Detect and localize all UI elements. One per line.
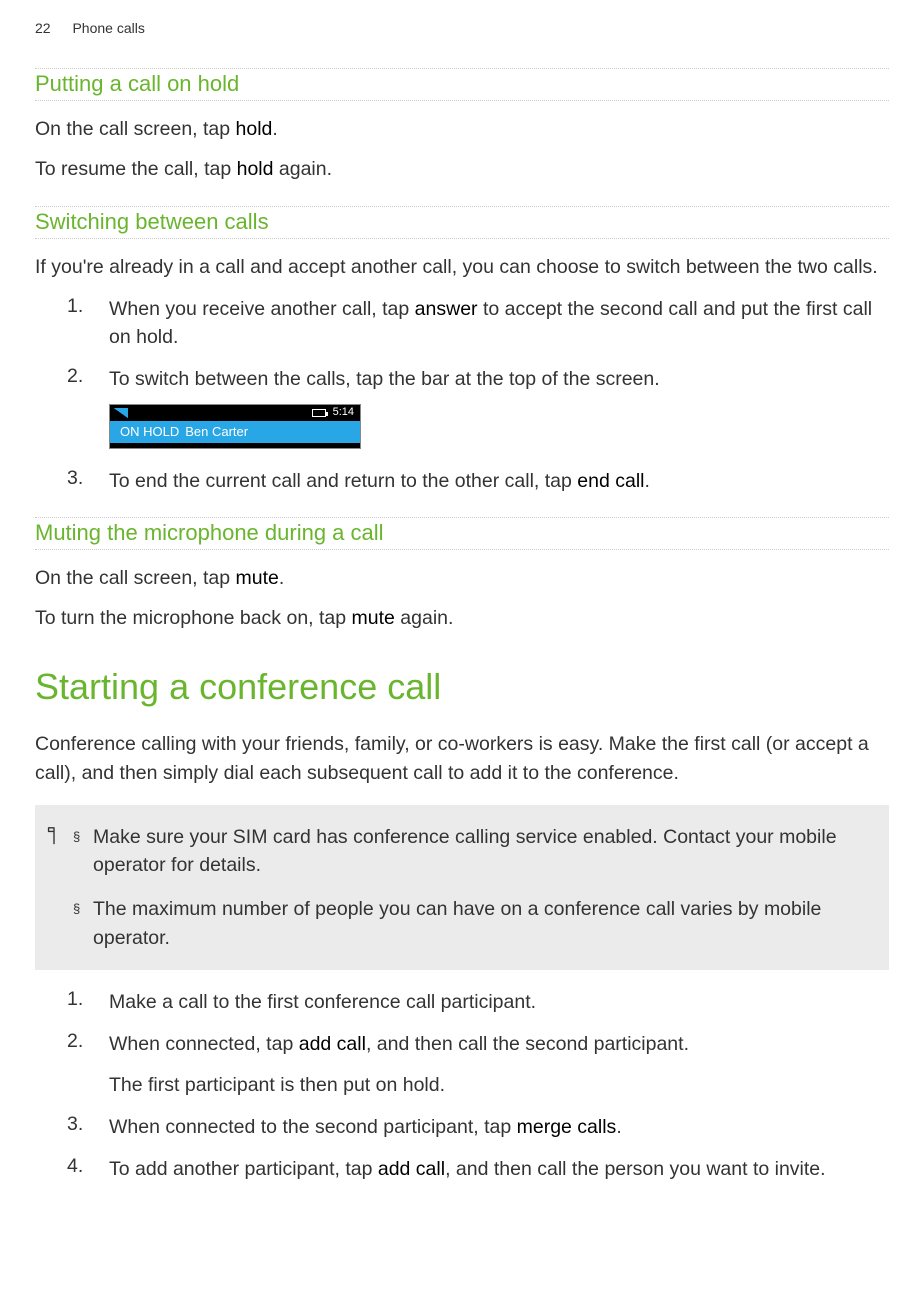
mute-p1: On the call screen, tap mute.: [35, 564, 889, 592]
section-hold-header: Putting a call on hold: [35, 68, 889, 101]
conf-step-3: 3. When connected to the second particip…: [35, 1113, 889, 1141]
section-switch-body: If you're already in a call and accept a…: [35, 253, 889, 495]
mock-time: 5:14: [333, 406, 354, 418]
signal-icon: [114, 408, 128, 418]
page-number: 22: [35, 20, 51, 36]
conference-intro: Conference calling with your friends, fa…: [35, 730, 889, 787]
mock-hold-bar: ON HOLDBen Carter: [110, 421, 360, 442]
page-header: 22 Phone calls: [35, 20, 889, 36]
section-conference-title: Starting a conference call: [35, 666, 889, 708]
mock-status-bar: 5:14: [110, 405, 360, 421]
section-mute-title: Muting the microphone during a call: [35, 518, 889, 549]
switch-steps: 1. When you receive another call, tap an…: [35, 295, 889, 495]
page-root: 22 Phone calls Putting a call on hold On…: [0, 0, 924, 1217]
mute-p2: To turn the microphone back on, tap mute…: [35, 604, 889, 632]
battery-icon: [312, 409, 326, 417]
switch-step-2: 2. To switch between the calls, tap the …: [35, 365, 889, 452]
bullet-icon: §: [73, 895, 93, 952]
conf-step-1: 1. Make a call to the first conference c…: [35, 988, 889, 1016]
note-bullet-1: § Make sure your SIM card has conference…: [73, 823, 873, 880]
switch-step-3: 3. To end the current call and return to…: [35, 467, 889, 495]
section-hold-body: On the call screen, tap hold. To resume …: [35, 115, 889, 184]
hold-p1: On the call screen, tap hold.: [35, 115, 889, 143]
note-bullet-2: § The maximum number of people you can h…: [73, 895, 873, 952]
hold-p2: To resume the call, tap hold again.: [35, 155, 889, 183]
conference-steps: 1. Make a call to the first conference c…: [35, 988, 889, 1183]
switch-step-1: 1. When you receive another call, tap an…: [35, 295, 889, 352]
conf-step-2: 2. When connected, tap add call, and the…: [35, 1030, 889, 1099]
requirement-icon: [45, 823, 73, 952]
conference-note-box: § Make sure your SIM card has conference…: [35, 805, 889, 970]
section-switch-header: Switching between calls: [35, 206, 889, 239]
section-mute-header: Muting the microphone during a call: [35, 517, 889, 550]
bullet-icon: §: [73, 823, 93, 880]
section-mute-body: On the call screen, tap mute. To turn th…: [35, 564, 889, 633]
on-hold-bar-screenshot: 5:14 ON HOLDBen Carter: [109, 404, 361, 449]
section-hold-title: Putting a call on hold: [35, 69, 889, 100]
conf-step-4: 4. To add another participant, tap add c…: [35, 1155, 889, 1183]
switch-intro: If you're already in a call and accept a…: [35, 253, 889, 281]
conf-step-2-sub: The first participant is then put on hol…: [109, 1071, 689, 1099]
section-switch-title: Switching between calls: [35, 207, 889, 238]
chapter-title: Phone calls: [72, 20, 144, 36]
